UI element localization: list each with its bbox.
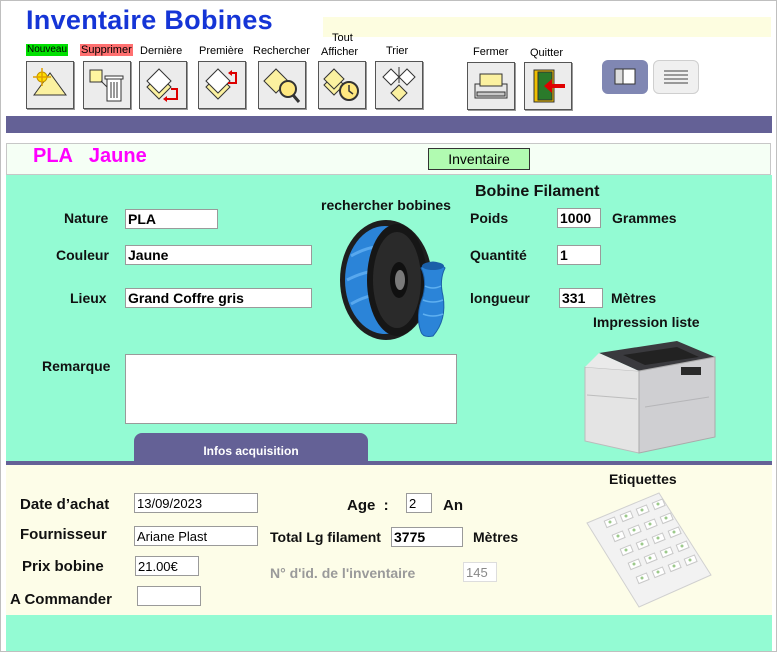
- title-strip: [323, 17, 771, 37]
- quantite-field[interactable]: 1: [557, 245, 601, 265]
- record-title: PLA Jaune: [33, 145, 147, 167]
- rechercher-label: Rechercher: [253, 45, 310, 57]
- premiere-button[interactable]: [198, 61, 246, 109]
- date-achat-label: Date d’achat: [20, 496, 110, 513]
- tout-afficher-button[interactable]: [318, 61, 366, 109]
- inventaire-button[interactable]: Inventaire: [428, 148, 530, 170]
- lieux-label: Lieux: [70, 290, 107, 306]
- tab-infos-acquisition[interactable]: Infos acquisition: [134, 433, 368, 463]
- rechercher-bobines-label[interactable]: rechercher bobines: [321, 197, 451, 213]
- app-window: Inventaire Bobines Nouveau Supprimer Der…: [0, 0, 777, 652]
- a-commander-field[interactable]: [137, 586, 201, 606]
- app-title: Inventaire Bobines: [26, 5, 273, 35]
- remarque-textarea[interactable]: [125, 354, 457, 424]
- tout-label: Tout: [332, 32, 353, 44]
- exit-door-icon: [533, 69, 565, 103]
- spool-image[interactable]: [329, 216, 459, 344]
- fermer-button[interactable]: [467, 62, 515, 110]
- trier-button[interactable]: [375, 61, 423, 109]
- impression-liste-label[interactable]: Impression liste: [593, 314, 700, 330]
- printer-icon: [584, 341, 716, 454]
- label-sheet-icon: [586, 492, 712, 608]
- fournisseur-label: Fournisseur: [20, 526, 107, 543]
- toolbar-divider-bar: [6, 116, 772, 133]
- longueur-field[interactable]: 331: [559, 288, 603, 308]
- derniere-button[interactable]: [139, 61, 187, 109]
- supprimer-button[interactable]: [83, 61, 131, 109]
- age-label: Age :: [347, 497, 389, 514]
- premiere-label: Première: [199, 45, 244, 57]
- total-lg-filament-field[interactable]: 3775: [391, 527, 463, 547]
- quantite-label: Quantité: [470, 247, 527, 263]
- couleur-field[interactable]: Jaune: [125, 245, 312, 265]
- longueur-unit: Mètres: [611, 290, 657, 306]
- trier-label: Trier: [386, 45, 409, 57]
- poids-label: Poids: [470, 210, 509, 226]
- inventory-id-field: 145: [463, 562, 497, 582]
- sort-icon: [382, 67, 416, 102]
- close-icon: [474, 73, 508, 99]
- age-field[interactable]: 2: [406, 493, 432, 513]
- remarque-label: Remarque: [42, 358, 111, 374]
- nature-label: Nature: [64, 210, 109, 226]
- form-view-icon: [614, 68, 636, 85]
- form-view-toggle[interactable]: [602, 60, 648, 94]
- prix-bobine-field[interactable]: 21.00€: [135, 556, 199, 576]
- list-view-icon: [664, 70, 688, 84]
- trash-icon: [89, 69, 124, 102]
- supprimer-label: Supprimer: [80, 44, 133, 56]
- derniere-label: Dernière: [140, 45, 183, 57]
- last-record-icon: [146, 68, 178, 102]
- filament-spool-icon: [340, 220, 446, 340]
- inventory-id-label: N° d'id. de l'inventaire: [270, 565, 416, 581]
- prix-bobine-label: Prix bobine: [22, 558, 104, 575]
- list-view-toggle[interactable]: [653, 60, 699, 94]
- couleur-label: Couleur: [56, 247, 109, 263]
- quitter-label: Quitter: [530, 47, 564, 59]
- show-all-icon: [323, 68, 359, 101]
- lieux-field[interactable]: Grand Coffre gris: [125, 288, 312, 308]
- date-achat-field[interactable]: 13/09/2023: [134, 493, 258, 513]
- nouveau-button[interactable]: [26, 61, 74, 109]
- afficher-label: Afficher: [321, 46, 359, 58]
- nature-field[interactable]: PLA: [125, 209, 218, 229]
- fermer-label: Fermer: [473, 46, 509, 58]
- total-lg-filament-label: Total Lg filament: [270, 529, 381, 545]
- first-record-icon: [205, 68, 237, 100]
- new-record-icon: [33, 68, 67, 96]
- nouveau-label: Nouveau: [26, 44, 69, 56]
- age-unit: An: [443, 497, 463, 514]
- a-commander-label: A Commander: [10, 591, 112, 608]
- poids-unit: Grammes: [612, 210, 677, 226]
- poids-field[interactable]: 1000: [557, 208, 601, 228]
- longueur-label: longueur: [470, 290, 530, 306]
- footer-area: [6, 615, 772, 651]
- quitter-button[interactable]: [524, 62, 572, 110]
- etiquettes-label[interactable]: Etiquettes: [609, 471, 677, 487]
- printer-image[interactable]: [581, 337, 721, 457]
- bobine-filament-heading: Bobine Filament: [475, 183, 600, 200]
- label-sheet-image[interactable]: [583, 489, 715, 611]
- total-lg-unit: Mètres: [473, 529, 519, 545]
- rechercher-button[interactable]: [258, 61, 306, 109]
- search-icon: [263, 68, 301, 103]
- fournisseur-field[interactable]: Ariane Plast: [134, 526, 258, 546]
